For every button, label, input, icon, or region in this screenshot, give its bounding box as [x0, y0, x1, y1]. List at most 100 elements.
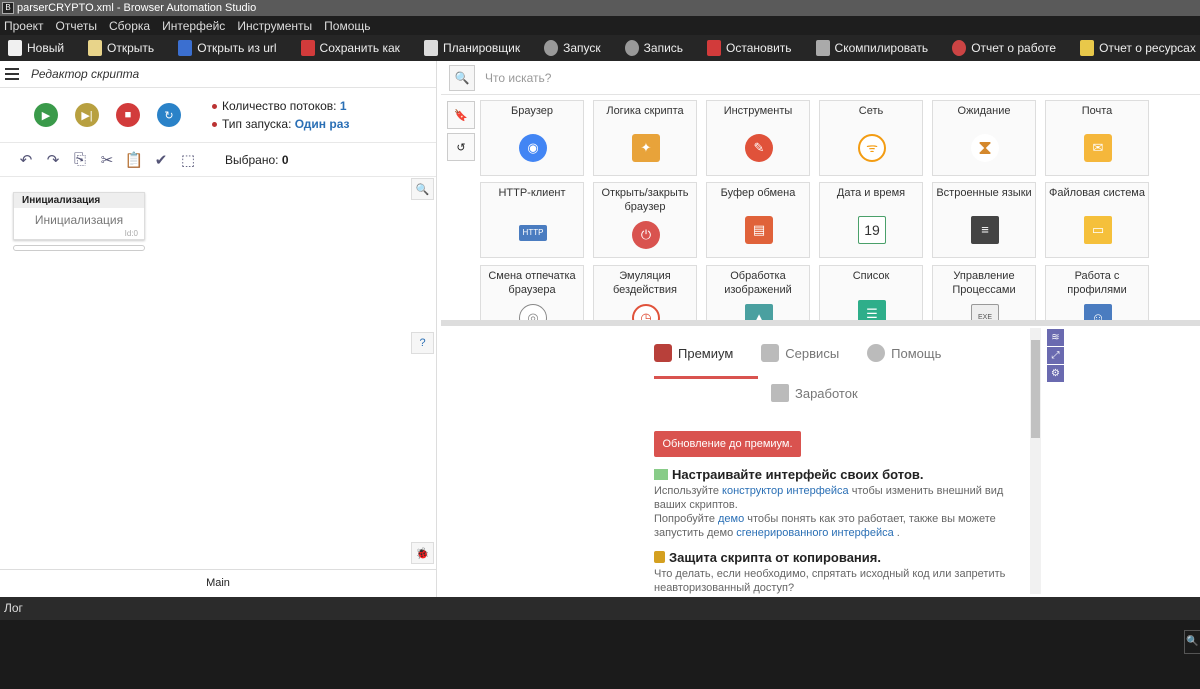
active-tab-indicator [654, 376, 758, 379]
tab-help[interactable]: Помощь [867, 344, 941, 362]
menu-tools[interactable]: Инструменты [237, 19, 312, 33]
compile-button[interactable]: Скомпилировать [815, 40, 928, 56]
info-scrollbar[interactable] [1030, 328, 1041, 594]
menu-help[interactable]: Помощь [324, 19, 370, 33]
wifi-icon[interactable]: ≋ [1047, 329, 1064, 346]
stop-label: Остановить [726, 41, 792, 55]
stop-button[interactable]: Остановить [707, 40, 792, 56]
search-icon[interactable]: 🔍 [449, 64, 475, 91]
module-card[interactable]: Управление Процессами EXE [932, 265, 1036, 322]
module-card[interactable]: Логика скрипта ✦ [593, 100, 697, 176]
module-card[interactable]: Сеть ᯤ [819, 100, 923, 176]
hamburger-icon[interactable] [5, 68, 19, 80]
menu-build[interactable]: Сборка [109, 19, 150, 33]
open-url-button[interactable]: Открыть из url [178, 40, 277, 56]
section-interface: Настраивайте интерфейс своих ботов. Испо… [654, 468, 1024, 540]
menu-reports[interactable]: Отчеты [56, 19, 97, 33]
menu-interface[interactable]: Интерфейс [162, 19, 225, 33]
play-button[interactable]: ▶ [34, 103, 58, 127]
threads-label: Количество потоков: [222, 99, 337, 113]
selected-count: Выбрано: 0 [225, 153, 289, 167]
work-report-button[interactable]: Отчет о работе [952, 40, 1056, 56]
module-label: Встроенные языки [936, 187, 1032, 199]
paste-icon[interactable]: 📋 [124, 150, 144, 170]
select-all-icon[interactable]: ⬚ [178, 150, 198, 170]
init-block-body: Инициализация [34, 213, 124, 227]
script-editor-panel: Редактор скрипта ▶ ▶| ■ ↻ Количество пот… [0, 61, 437, 597]
gear-icon[interactable]: ⚙ [1047, 365, 1064, 382]
main-toolbar: Новый Открыть Открыть из url Сохранить к… [0, 35, 1200, 61]
module-card[interactable]: Ожидание ⧗ [932, 100, 1036, 176]
tab-premium[interactable]: Премиум [654, 344, 733, 362]
module-card[interactable]: Эмуляция бездействия ◷ [593, 265, 697, 322]
module-label: Управление Процессами [952, 270, 1016, 296]
folder-icon: ▭ [1084, 216, 1112, 244]
tab-earnings[interactable]: Заработок [771, 384, 858, 402]
undo-icon[interactable]: ↶ [16, 150, 36, 170]
module-card[interactable]: HTTP-клиент HTTP [480, 182, 584, 258]
check-icon[interactable]: ✔ [151, 150, 171, 170]
run-info: Количество потоков: 1 Тип запуска: Один … [212, 97, 349, 133]
copy-icon[interactable]: ⎘ [70, 150, 90, 170]
resource-report-button[interactable]: Отчет о ресурсах [1080, 40, 1196, 56]
module-card[interactable]: Список ☰ [819, 265, 923, 322]
module-card[interactable]: Обработка изображений ▲ [706, 265, 810, 322]
cube-icon [815, 40, 830, 56]
scrollbar-thumb[interactable] [1031, 340, 1040, 438]
module-search-input[interactable]: Что искать? [485, 71, 551, 85]
tab-services-label: Сервисы [785, 345, 840, 361]
module-card[interactable]: Буфер обмена ▤ [706, 182, 810, 258]
demo-link[interactable]: демо [718, 513, 744, 525]
stop-script-button[interactable]: ■ [116, 103, 140, 127]
search-icon[interactable]: 🔍 [411, 178, 434, 200]
menu-project[interactable]: Проект [4, 19, 44, 33]
interface-builder-link[interactable]: конструктор интерфейса [722, 485, 849, 497]
info-tabs: Премиум Сервисы Помощь [654, 344, 969, 362]
expand-icon[interactable]: ⤢ [1047, 347, 1064, 364]
info-side-icons: ≋ ⤢ ⚙ [1047, 329, 1064, 383]
wrench-icon: ✎ [745, 134, 773, 162]
save-as-button[interactable]: Сохранить как [300, 40, 400, 56]
redo-icon[interactable]: ↷ [43, 150, 63, 170]
wifi-icon: ᯤ [858, 134, 886, 162]
module-card[interactable]: Открыть/закрыть браузер ⏻ [593, 182, 697, 258]
module-card[interactable]: Инструменты ✎ [706, 100, 810, 176]
module-card[interactable]: Файловая система ▭ [1045, 182, 1149, 258]
threads-value[interactable]: 1 [340, 99, 347, 113]
init-block-bar [13, 245, 145, 251]
scheduler-button[interactable]: Планировщик [423, 40, 520, 56]
help-icon[interactable]: ? [411, 332, 434, 354]
tab-services[interactable]: Сервисы [761, 344, 839, 362]
title-bar: B parserCRYPTO.xml - Browser Automation … [0, 0, 1200, 16]
bullet-icon [212, 122, 217, 128]
tab-earnings-label: Заработок [795, 385, 858, 401]
upgrade-premium-button[interactable]: Обновление до премиум. [654, 431, 801, 457]
run-button[interactable]: Запуск [544, 40, 601, 56]
debug-bug-icon[interactable]: 🐞 [411, 542, 434, 564]
module-card[interactable]: Дата и время 19 [819, 182, 923, 258]
module-card[interactable]: Почта ✉ [1045, 100, 1149, 176]
open-button[interactable]: Открыть [88, 40, 154, 56]
init-block[interactable]: Инициализация Инициализация Id:0 [13, 192, 145, 240]
step-button[interactable]: ▶| [75, 103, 99, 127]
open-folder-icon [88, 40, 103, 56]
module-card[interactable]: Встроенные языки ≡ [932, 182, 1036, 258]
cut-icon[interactable]: ✂ [97, 150, 117, 170]
restart-button[interactable]: ↻ [157, 103, 181, 127]
record-button[interactable]: Запись [624, 40, 683, 56]
generated-interface-link[interactable]: сгенерированного интерфейса [736, 527, 893, 539]
main-tab[interactable]: Main [0, 569, 436, 597]
module-card[interactable]: Браузер ◉ [480, 100, 584, 176]
editor-header: Редактор скрипта [0, 61, 436, 88]
module-card[interactable]: Работа с профилями ☺ [1045, 265, 1149, 322]
stop-icon [707, 40, 722, 56]
module-card[interactable]: Смена отпечатка браузера ◎ [480, 265, 584, 322]
mail-icon: ✉ [1084, 134, 1112, 162]
bookmark-icon[interactable]: 🔖 [447, 101, 475, 129]
search-icon[interactable]: 🔍 [1184, 630, 1200, 654]
launch-label: Тип запуска: [222, 117, 292, 131]
module-label: Логика скрипта [606, 105, 684, 117]
launch-value[interactable]: Один раз [295, 117, 350, 131]
new-button[interactable]: Новый [8, 40, 64, 56]
history-icon[interactable]: ↺ [447, 133, 475, 161]
